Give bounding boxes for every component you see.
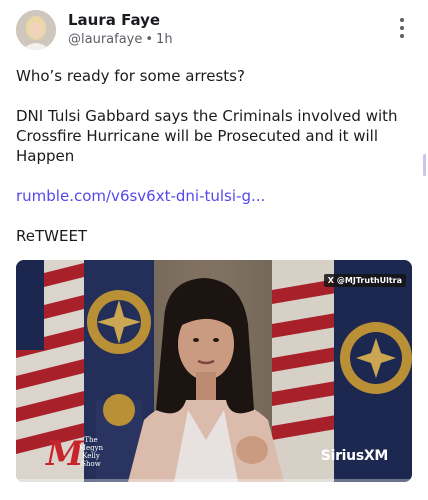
post-line-question: Who’s ready for some arrests?	[16, 67, 245, 85]
more-dot	[400, 34, 404, 38]
video-embed[interactable]: X @MJTruthUltra M The Megyn Kelly Show S…	[16, 260, 412, 482]
post-time[interactable]: 1h	[156, 32, 173, 47]
avatar-image	[16, 10, 56, 50]
show-logo-text: The Megyn Kelly Show	[78, 436, 104, 468]
meta-separator: •	[145, 32, 154, 47]
post-line-retweet: ReTWEET	[16, 227, 88, 245]
show-logo: M The Megyn Kelly Show	[46, 434, 116, 474]
watermark-top: X @MJTruthUltra	[323, 274, 406, 287]
video-progress-bar[interactable]	[16, 479, 412, 482]
author-handle[interactable]: @laurafaye	[68, 32, 142, 47]
siriusxm-logo: SiriusXM	[320, 448, 389, 464]
post-meta: @laurafaye • 1h	[68, 32, 173, 47]
post-header: Laura Faye @laurafaye • 1h	[16, 10, 412, 54]
more-dot	[400, 18, 404, 22]
author-name[interactable]: Laura Faye	[68, 11, 160, 29]
more-dot	[400, 26, 404, 30]
more-vertical-icon[interactable]	[392, 16, 412, 40]
scrollbar-thumb[interactable]	[423, 154, 426, 176]
watermark-handle: @MJTruthUltra	[336, 276, 402, 285]
avatar[interactable]	[16, 10, 56, 50]
x-logo-icon: X	[327, 276, 334, 285]
post-link[interactable]: rumble.com/v6sv6xt-dni-tulsi-g...	[16, 186, 265, 206]
post-line-statement: DNI Tulsi Gabbard says the Criminals inv…	[16, 107, 398, 165]
